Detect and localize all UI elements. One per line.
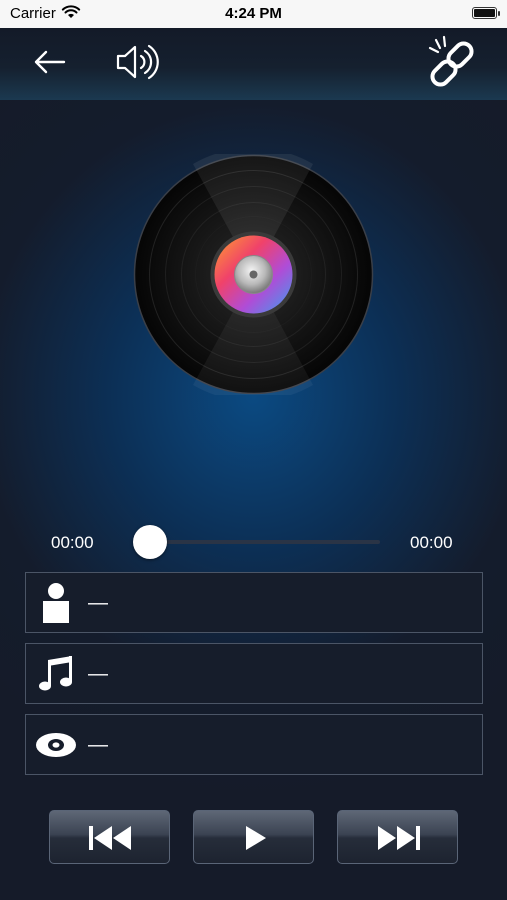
album-row: — <box>25 714 483 775</box>
song-title-value: — <box>88 663 108 685</box>
back-button[interactable] <box>28 44 72 80</box>
previous-button[interactable] <box>49 810 170 864</box>
battery-icon <box>472 7 500 19</box>
total-time-label: 00:00 <box>410 533 453 552</box>
person-icon <box>34 581 78 625</box>
volume-button[interactable] <box>110 40 162 84</box>
status-bar: Carrier 4:24 PM <box>0 0 507 28</box>
progress-track[interactable] <box>146 540 380 544</box>
album-value: — <box>88 734 108 756</box>
artist-row: — <box>25 572 483 633</box>
connect-button[interactable] <box>422 34 484 94</box>
back-arrow-icon <box>34 50 66 74</box>
vinyl-disc-artwork <box>133 147 374 402</box>
current-time-label: 00:00 <box>51 533 94 552</box>
broken-link-icon <box>428 35 474 87</box>
speaker-icon <box>116 44 159 80</box>
progress-thumb[interactable] <box>133 525 167 559</box>
next-button[interactable] <box>337 810 458 864</box>
disc-icon <box>34 723 78 767</box>
previous-icon <box>89 826 131 850</box>
song-title-row: — <box>25 643 483 704</box>
artist-value: — <box>88 592 108 614</box>
play-button[interactable] <box>193 810 314 864</box>
next-icon <box>378 826 420 850</box>
play-icon <box>246 826 266 850</box>
top-bar <box>0 28 507 100</box>
music-note-icon <box>34 652 78 696</box>
status-time: 4:24 PM <box>225 5 282 22</box>
